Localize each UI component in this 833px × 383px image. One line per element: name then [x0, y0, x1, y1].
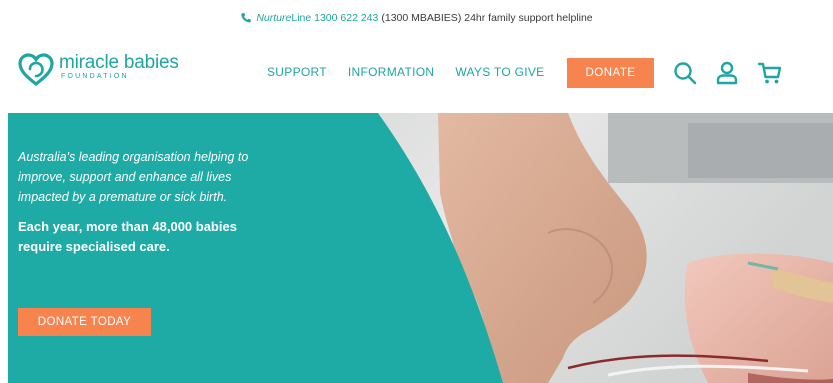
nav-support[interactable]: SUPPORT — [267, 65, 327, 79]
donate-today-button[interactable]: DONATE TODAY — [18, 308, 151, 336]
hero-banner: Australia's leading organisation helping… — [8, 113, 833, 383]
hero-statistic: Each year, more than 48,000 babies requi… — [18, 219, 237, 254]
account-icon[interactable] — [714, 60, 740, 86]
main-nav: SUPPORT INFORMATION WAYS TO GIVE — [267, 65, 566, 79]
nav-ways-to-give[interactable]: WAYS TO GIVE — [455, 65, 544, 79]
donate-button[interactable]: DONATE — [567, 58, 654, 88]
site-header: miracle babies FOUNDATION SUPPORT INFORM… — [0, 40, 833, 106]
nurtureline-link[interactable]: NurtureLine 1300 622 243 — [256, 12, 378, 24]
phone-icon — [240, 12, 252, 24]
logo-subtitle: FOUNDATION — [61, 73, 129, 80]
helpline-bar: NurtureLine 1300 622 243 (1300 MBABIES) … — [0, 0, 833, 36]
logo-name: miracle babies — [59, 52, 179, 73]
hero-tagline: Australia's leading organisation helping… — [18, 150, 249, 204]
search-icon[interactable] — [672, 60, 698, 86]
logo-heart-icon — [17, 52, 55, 88]
nurtureline-number: Line 1300 622 243 — [291, 12, 379, 24]
nav-information[interactable]: INFORMATION — [348, 65, 434, 79]
logo[interactable]: miracle babies FOUNDATION — [17, 52, 179, 88]
nurtureline-prefix: Nurture — [256, 12, 292, 24]
cart-icon[interactable] — [757, 60, 783, 86]
helpline-description: (1300 MBABIES) 24hr family support helpl… — [381, 12, 593, 24]
